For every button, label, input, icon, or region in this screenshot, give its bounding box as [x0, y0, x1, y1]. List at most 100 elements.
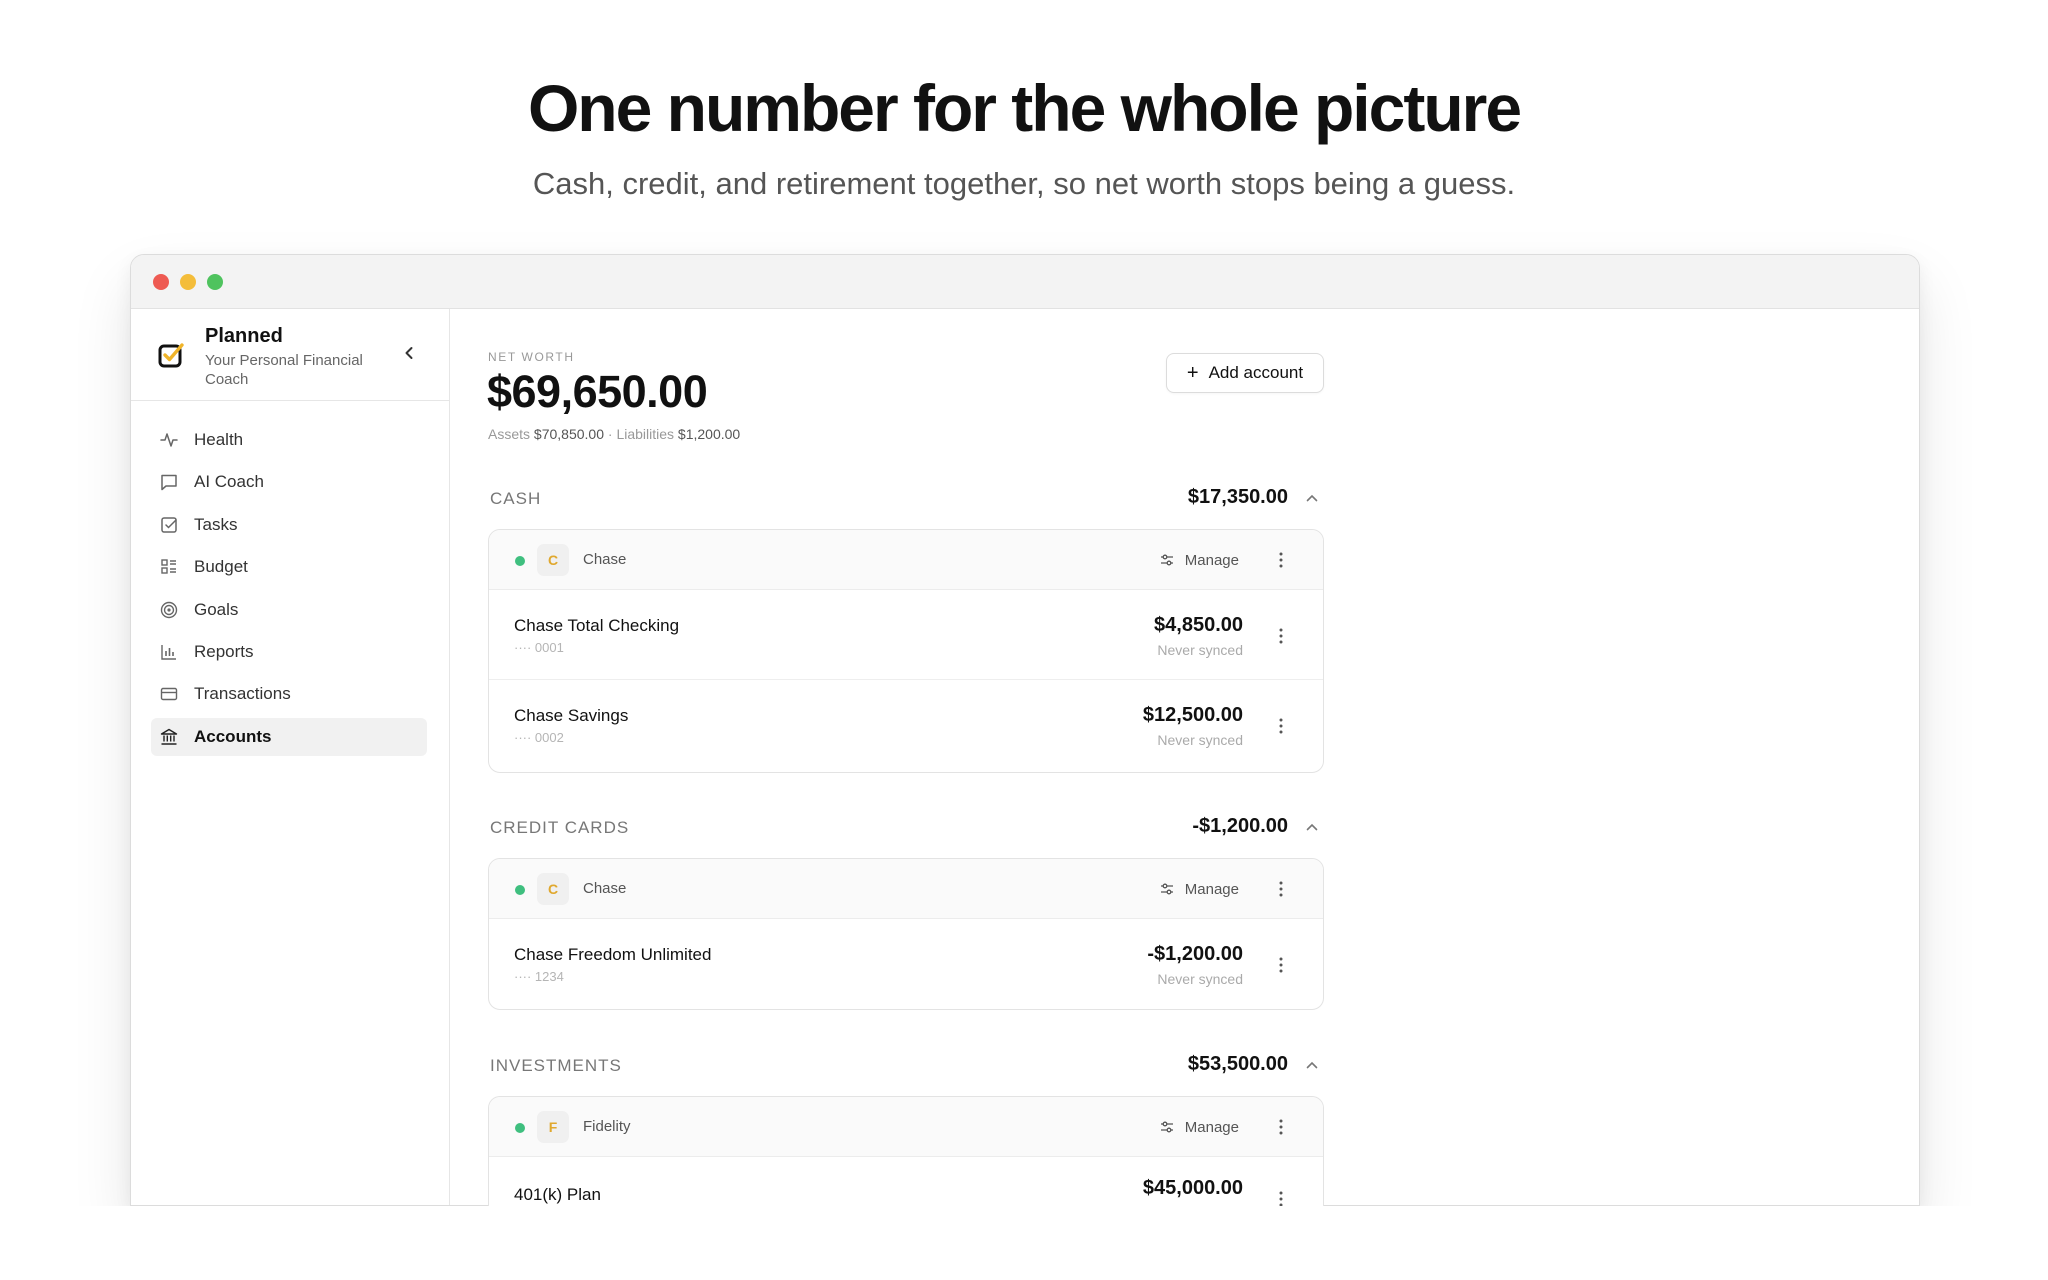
- account-row[interactable]: Chase Freedom Unlimited ···· 1234 -$1,20…: [489, 919, 1323, 1009]
- target-icon: [160, 601, 178, 618]
- sidebar-item-ai-coach[interactable]: AI Coach: [151, 463, 427, 501]
- liabilities-value: $1,200.00: [677, 426, 741, 442]
- account-name: Chase Savings: [514, 706, 629, 725]
- account-sync-status: Never synced: [1157, 971, 1243, 987]
- net-worth-label: NET WORTH: [488, 350, 575, 364]
- account-balance: $12,500.00: [1142, 704, 1243, 726]
- manage-label: Manage: [1184, 880, 1239, 898]
- account-mask: ···· 0001: [514, 640, 564, 655]
- more-options-icon[interactable]: [1273, 955, 1289, 975]
- breakdown-separator: ·: [607, 426, 613, 442]
- institution-row: C Chase Manage: [489, 530, 1323, 590]
- window-close-button[interactable]: [153, 274, 169, 290]
- more-options-icon[interactable]: [1273, 1117, 1289, 1137]
- activity-icon: [160, 433, 178, 447]
- brand-tagline: Your Personal Financial Coach: [205, 352, 363, 388]
- sidebar-item-label: Health: [194, 430, 244, 449]
- add-account-button[interactable]: + Add account: [1166, 353, 1324, 393]
- section-header-cash: CASH $17,350.00: [490, 484, 1324, 514]
- manage-button[interactable]: Manage: [1159, 875, 1239, 903]
- bank-icon: [160, 728, 178, 745]
- account-sync-status: Never synced: [1157, 732, 1243, 748]
- account-name: Chase Freedom Unlimited: [514, 945, 712, 964]
- sidebar-item-label: Transactions: [194, 684, 291, 704]
- more-options-icon[interactable]: [1273, 550, 1289, 570]
- institution-name: Chase: [583, 551, 627, 568]
- sidebar-item-label: AI Coach: [194, 472, 264, 492]
- account-row[interactable]: 401(k) Plan $45,000.00: [489, 1157, 1323, 1206]
- sidebar-item-label: Budget: [194, 557, 248, 577]
- chevron-up-icon[interactable]: [1304, 490, 1320, 506]
- sidebar-item-health[interactable]: Health: [151, 421, 427, 459]
- manage-button[interactable]: Manage: [1159, 546, 1239, 574]
- institution-row: C Chase Manage: [489, 859, 1323, 919]
- assets-value: $70,850.00: [533, 426, 604, 442]
- institution-card-chase-cash: C Chase Manage Chase Total Checking ····…: [488, 529, 1324, 773]
- sidebar-item-accounts[interactable]: Accounts: [151, 717, 427, 756]
- sliders-icon: [1160, 883, 1173, 895]
- net-worth-value: $69,650.00: [487, 366, 708, 417]
- sidebar-item-label: Goals: [194, 599, 239, 619]
- window-zoom-button[interactable]: [207, 274, 223, 290]
- sidebar-item-label: Reports: [194, 641, 254, 661]
- chevron-up-icon[interactable]: [1304, 819, 1320, 835]
- net-worth-breakdown: Assets $70,850.00 · Liabilities $1,200.0…: [488, 426, 740, 442]
- sidebar-item-transactions[interactable]: Transactions: [151, 675, 427, 713]
- manage-label: Manage: [1184, 551, 1239, 569]
- section-total: -$1,200.00: [1192, 815, 1288, 837]
- more-options-icon[interactable]: [1273, 879, 1289, 899]
- sidebar-item-label: Tasks: [194, 514, 238, 534]
- brand-header: Planned Your Personal Financial Coach: [131, 309, 449, 401]
- account-balance: -$1,200.00: [1147, 943, 1243, 965]
- bar-chart-icon: [161, 644, 176, 660]
- section-total: $17,350.00: [1187, 486, 1288, 508]
- budget-icon: [161, 559, 176, 574]
- institution-row: F Fidelity Manage: [489, 1097, 1323, 1157]
- plus-icon: +: [1186, 362, 1199, 384]
- account-name: Chase Total Checking: [514, 616, 680, 635]
- institution-card-chase-credit: C Chase Manage Chase Freedom Unlimited ·…: [488, 858, 1324, 1010]
- window-titlebar: [131, 255, 1919, 309]
- account-row[interactable]: Chase Savings ···· 0002 $12,500.00 Never…: [489, 680, 1323, 770]
- section-header-investments: INVESTMENTS $53,500.00: [490, 1051, 1324, 1081]
- connected-status-dot: [515, 1123, 525, 1133]
- manage-button[interactable]: Manage: [1159, 1113, 1239, 1141]
- chevron-up-icon[interactable]: [1304, 1057, 1320, 1073]
- institution-name: Fidelity: [583, 1118, 631, 1135]
- account-balance: $45,000.00: [1142, 1177, 1243, 1199]
- sidebar-item-tasks[interactable]: Tasks: [151, 506, 427, 544]
- connected-status-dot: [515, 556, 525, 566]
- sliders-icon: [1160, 554, 1173, 566]
- sliders-icon: [1160, 1121, 1173, 1133]
- institution-name: Chase: [583, 880, 627, 897]
- planned-logo-icon: [158, 343, 184, 368]
- sidebar-item-budget[interactable]: Budget: [151, 548, 427, 586]
- connected-status-dot: [515, 885, 525, 895]
- section-total: $53,500.00: [1187, 1053, 1288, 1075]
- manage-label: Manage: [1184, 1118, 1239, 1136]
- section-title: INVESTMENTS: [490, 1056, 622, 1075]
- page-bottom-fill: [0, 1206, 2048, 1280]
- section-header-credit-cards: CREDIT CARDS -$1,200.00: [490, 813, 1324, 843]
- section-title: CREDIT CARDS: [490, 818, 630, 837]
- more-options-icon[interactable]: [1273, 1189, 1289, 1206]
- credit-card-icon: [160, 688, 178, 701]
- liabilities-label: Liabilities: [616, 426, 675, 442]
- institution-avatar: C: [537, 544, 569, 576]
- sidebar-item-goals[interactable]: Goals: [151, 591, 427, 629]
- collapse-sidebar-icon[interactable]: [399, 343, 419, 363]
- sidebar: Planned Your Personal Financial Coach He…: [131, 309, 450, 1205]
- institution-card-fidelity: F Fidelity Manage 401(k) Plan $45,000.00: [488, 1096, 1324, 1206]
- account-mask: ···· 1234: [514, 969, 564, 984]
- sidebar-nav: Health AI Coach Tasks Budget Goals Repor…: [151, 421, 427, 760]
- hero-subtitle: Cash, credit, and retirement together, s…: [532, 166, 1516, 201]
- account-balance: $4,850.00: [1154, 614, 1243, 636]
- account-row[interactable]: Chase Total Checking ···· 0001 $4,850.00…: [489, 590, 1323, 680]
- more-options-icon[interactable]: [1273, 626, 1289, 646]
- account-mask: ···· 0002: [514, 730, 564, 745]
- window-minimize-button[interactable]: [180, 274, 196, 290]
- brand-name: Planned: [205, 325, 283, 347]
- chat-icon: [161, 475, 177, 491]
- sidebar-item-reports[interactable]: Reports: [151, 633, 427, 671]
- more-options-icon[interactable]: [1273, 716, 1289, 736]
